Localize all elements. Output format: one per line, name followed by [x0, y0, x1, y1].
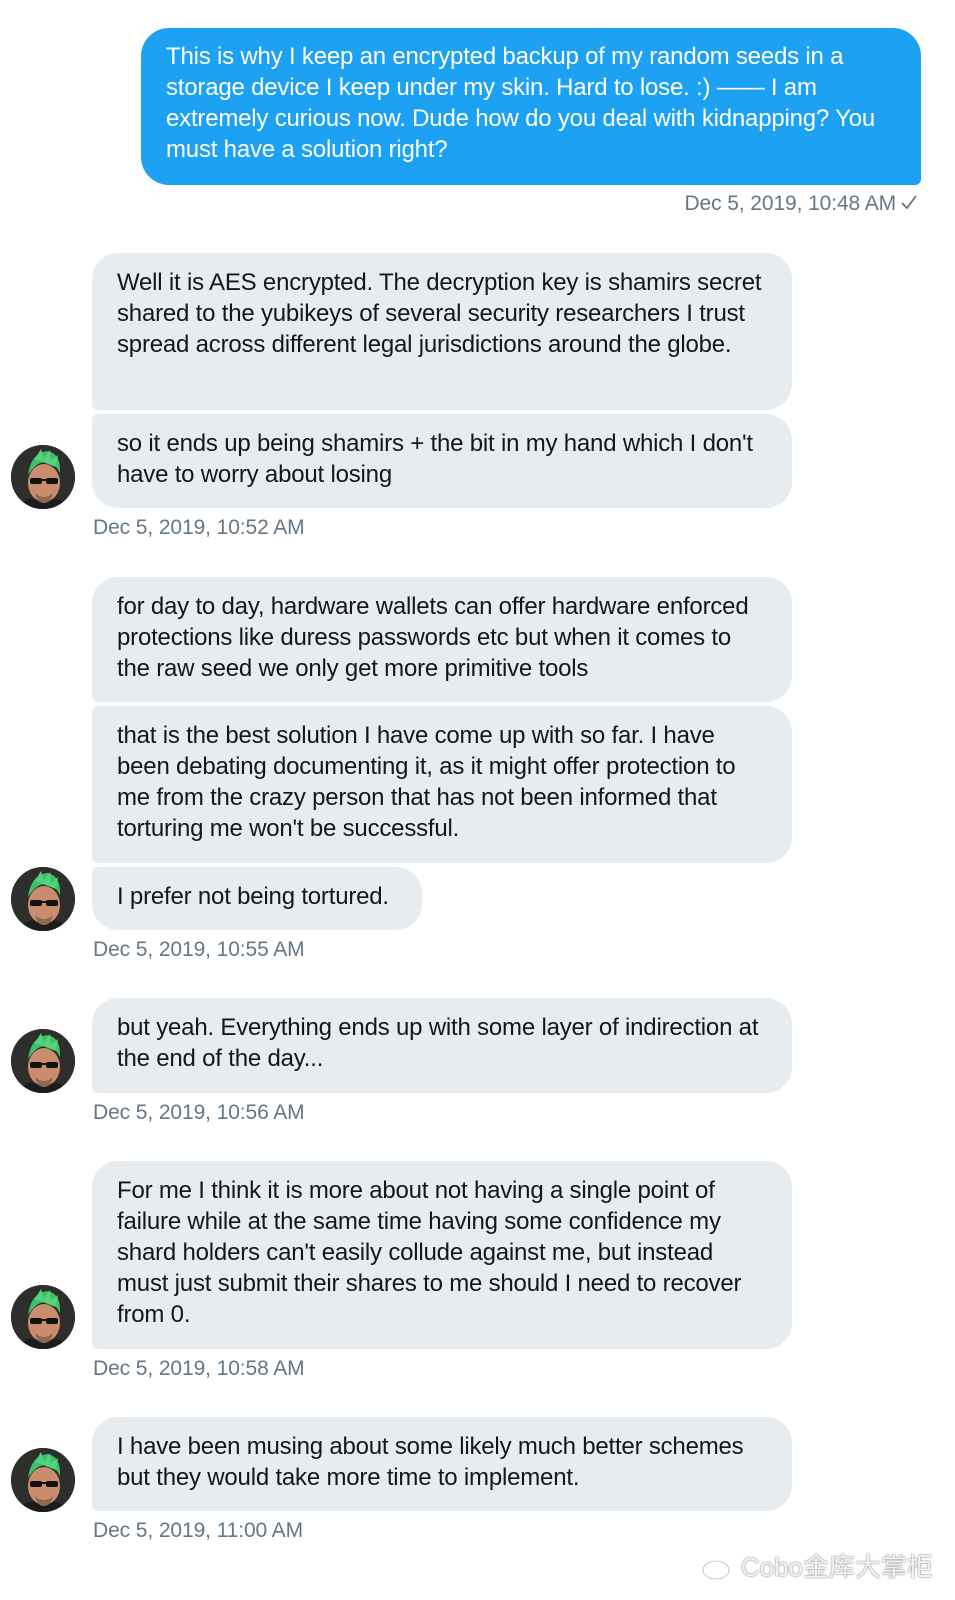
- weibo-icon: [701, 1554, 735, 1580]
- received-message-bubble[interactable]: so it ends up being shamirs + the bit in…: [92, 414, 792, 508]
- received-message-bubble[interactable]: Well it is AES encrypted. The decryption…: [92, 253, 792, 410]
- message-text: This is why I keep an encrypted backup o…: [166, 43, 876, 163]
- message-text: for day to day, hardware wallets can off…: [117, 593, 749, 682]
- message-timestamp: Dec 5, 2019, 10:56 AM: [93, 1101, 305, 1124]
- received-message-bubble[interactable]: for day to day, hardware wallets can off…: [92, 577, 792, 702]
- message-timestamp: Dec 5, 2019, 10:58 AM: [93, 1357, 305, 1380]
- avatar[interactable]: [11, 867, 75, 931]
- message-text: For me I think it is more about not havi…: [117, 1177, 742, 1328]
- check-icon: [901, 195, 917, 210]
- avatar[interactable]: [11, 1285, 75, 1349]
- message-text: I have been musing about some likely muc…: [117, 1433, 744, 1491]
- message-text: but yeah. Everything ends up with some l…: [117, 1014, 759, 1072]
- message-text: Well it is AES encrypted. The decryption…: [117, 269, 762, 358]
- message-timestamp: Dec 5, 2019, 11:00 AM: [93, 1519, 303, 1542]
- received-message-bubble[interactable]: that is the best solution I have come up…: [92, 706, 792, 863]
- message-timestamp: Dec 5, 2019, 10:48 AM: [684, 191, 918, 217]
- avatar[interactable]: [11, 445, 75, 509]
- message-timestamp: Dec 5, 2019, 10:55 AM: [93, 938, 305, 961]
- watermark: Cobo金库大掌柜: [701, 1547, 933, 1584]
- received-message-bubble[interactable]: For me I think it is more about not havi…: [92, 1161, 792, 1349]
- received-message-bubble[interactable]: I have been musing about some likely muc…: [92, 1417, 792, 1511]
- message-text: that is the best solution I have come up…: [117, 722, 736, 842]
- watermark-text: Cobo金库大掌柜: [740, 1552, 933, 1582]
- avatar[interactable]: [11, 1029, 75, 1093]
- message-text: I prefer not being tortured.: [117, 883, 389, 910]
- message-text: so it ends up being shamirs + the bit in…: [117, 430, 753, 488]
- avatar[interactable]: [11, 1448, 75, 1512]
- received-message-bubble[interactable]: but yeah. Everything ends up with some l…: [92, 998, 792, 1093]
- received-message-bubble[interactable]: I prefer not being tortured.: [92, 867, 422, 930]
- sent-message-bubble[interactable]: This is why I keep an encrypted backup o…: [141, 28, 921, 185]
- message-timestamp: Dec 5, 2019, 10:52 AM: [93, 516, 305, 539]
